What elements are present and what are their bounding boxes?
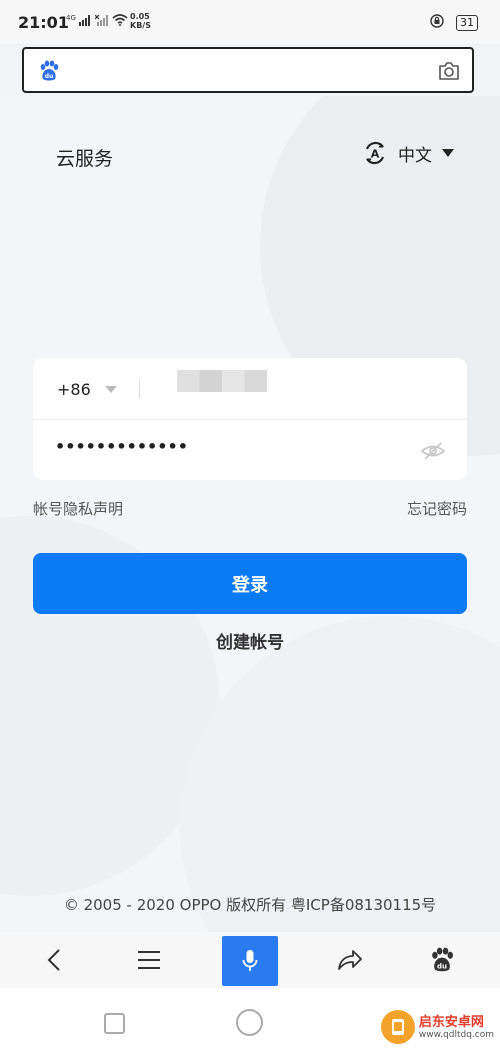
watermark-text-block: 启东安卓网 www.qdltdq.com: [419, 1015, 494, 1040]
login-card: +86 •••••••••••••: [33, 358, 467, 480]
baidu-paw-icon[interactable]: du: [414, 932, 470, 988]
eye-off-icon[interactable]: [420, 441, 446, 461]
password-input[interactable]: •••••••••••••: [55, 437, 188, 456]
watermark-logo-icon: [380, 1010, 415, 1044]
back-icon[interactable]: [26, 932, 82, 988]
home-icon[interactable]: [236, 1009, 263, 1036]
privacy-link[interactable]: 帐号隐私声明: [33, 498, 123, 519]
menu-icon[interactable]: [121, 932, 177, 988]
mic-icon[interactable]: [222, 936, 278, 986]
phone-row: +86: [33, 358, 467, 420]
phone-input[interactable]: [177, 370, 267, 392]
language-switcher[interactable]: A 中文: [362, 140, 454, 166]
watermark-name: 启东安卓网: [418, 1014, 484, 1030]
clock: 21:01: [18, 13, 69, 32]
status-bar: 21:01 4G 0.05 KB/S 31: [0, 0, 500, 44]
rotation-lock-icon: [430, 14, 444, 32]
create-account-link[interactable]: 创建帐号: [0, 628, 500, 653]
speed-unit: KB/S: [130, 21, 151, 30]
share-icon[interactable]: [322, 932, 378, 988]
bg-shape: [180, 616, 500, 932]
caret-down-icon: [442, 149, 454, 157]
watermark-url: www.qdltdq.com: [418, 1029, 494, 1040]
watermark: 启东安卓网 www.qdltdq.com: [380, 1010, 494, 1044]
battery-indicator: 31: [456, 15, 478, 31]
speed-value: 0.05: [130, 12, 150, 21]
page-title: 云服务: [56, 148, 114, 170]
svg-text:du: du: [437, 961, 447, 970]
network-type: 4G: [66, 14, 76, 22]
browser-toolbar: du: [0, 932, 500, 988]
copyright-text: © 2005 - 2020 OPPO 版权所有 粤ICP备08130115号: [63, 896, 437, 914]
translate-icon: A: [365, 141, 385, 165]
chevron-down-icon[interactable]: [105, 386, 117, 393]
field-divider: [139, 380, 140, 398]
address-bar[interactable]: du: [22, 47, 474, 93]
language-label: 中文: [398, 145, 432, 166]
signal-icons: 4G: [66, 14, 128, 29]
camera-icon[interactable]: [438, 61, 460, 81]
svg-text:du: du: [45, 73, 54, 80]
password-row: •••••••••••••: [33, 419, 467, 480]
signal-off-icon: [94, 14, 108, 26]
login-button[interactable]: 登录: [33, 553, 467, 614]
forgot-password-link[interactable]: 忘记密码: [407, 498, 467, 519]
svg-text:A: A: [371, 148, 380, 161]
signal-icon: [79, 15, 91, 26]
baidu-paw-icon: du: [38, 60, 60, 82]
country-code-select[interactable]: +86: [57, 380, 91, 399]
recents-icon[interactable]: [104, 1013, 125, 1034]
network-speed: 0.05 KB/S: [130, 12, 151, 30]
wifi-icon: [112, 14, 128, 26]
